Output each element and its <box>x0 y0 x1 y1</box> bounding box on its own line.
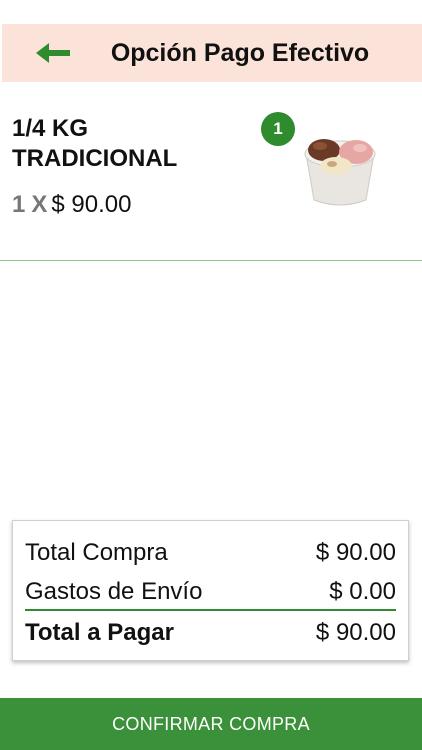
total-pagar-label: Total a Pagar <box>25 619 174 646</box>
total-compra-value: $ 90.00 <box>315 539 396 566</box>
summary-row-total-pagar: Total a Pagar $ 90.00 <box>25 619 396 647</box>
summary-row-envio: Gastos de Envío $ 0.00 <box>25 578 396 606</box>
envio-value: $ 0.00 <box>329 578 396 605</box>
item-quantity: 1 <box>12 191 26 218</box>
quantity-badge: 1 <box>261 112 295 146</box>
item-price: $ 90.00 <box>51 191 132 218</box>
total-compra-label: Total Compra <box>25 539 168 566</box>
item-multiplier: X <box>31 191 48 218</box>
app-header: Opción Pago Efectivo <box>2 24 422 82</box>
summary-row-total-compra: Total Compra $ 90.00 <box>25 539 396 567</box>
confirm-purchase-button[interactable]: CONFIRMAR COMPRA <box>0 698 422 750</box>
ice-cream-cup-image <box>304 139 376 206</box>
item-quantity-line: 1 X $ 90.00 <box>12 190 131 220</box>
page-title: Opción Pago Efectivo <box>110 38 370 67</box>
summary-divider <box>25 609 396 611</box>
item-name: 1/4 KG TRADICIONAL <box>12 115 178 172</box>
order-summary-card: Total Compra $ 90.00 Gastos de Envío $ 0… <box>12 520 409 661</box>
total-pagar-value: $ 90.00 <box>315 619 396 646</box>
item-divider <box>0 260 422 261</box>
envio-label: Gastos de Envío <box>25 578 203 605</box>
